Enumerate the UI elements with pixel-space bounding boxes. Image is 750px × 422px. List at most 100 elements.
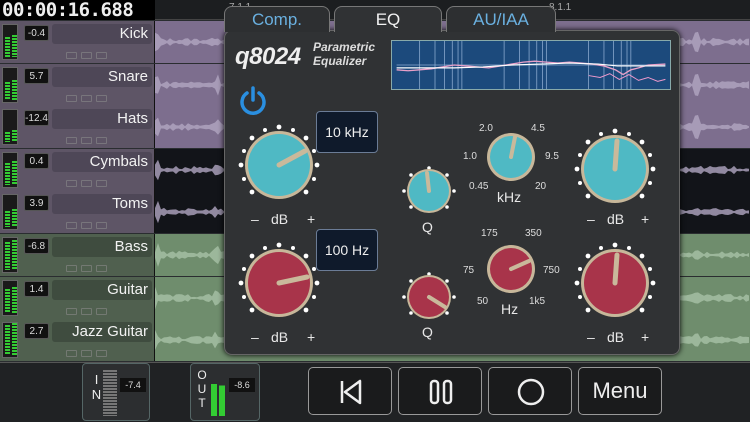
record-arm-button[interactable]: [96, 222, 107, 230]
track-header[interactable]: 2.7 Jazz Guitar: [0, 319, 155, 362]
track-name[interactable]: Jazz Guitar: [52, 322, 152, 343]
output-meter[interactable]: OUT -8.6: [190, 363, 260, 421]
track-header[interactable]: 3.9 Toms: [0, 191, 155, 234]
mute-button[interactable]: [66, 350, 77, 358]
solo-button[interactable]: [81, 222, 92, 230]
khz-scale-1: 1.0: [463, 151, 477, 162]
meter-right: [12, 79, 17, 100]
tab-comp[interactable]: Comp.: [224, 6, 330, 32]
track-header[interactable]: -0.4 Kick: [0, 21, 155, 63]
hz-scale-175: 175: [481, 228, 498, 239]
track-volume[interactable]: 1.4: [24, 280, 49, 297]
solo-button[interactable]: [81, 94, 92, 102]
track-name[interactable]: Guitar: [52, 279, 152, 300]
khz-scale-0-45: 0.45: [469, 181, 489, 192]
tab-eq[interactable]: EQ: [334, 6, 442, 32]
menu-button[interactable]: Menu: [578, 367, 662, 415]
low-freq-knob[interactable]: [479, 241, 543, 297]
track-header[interactable]: -12.4 Hats: [0, 106, 155, 149]
mute-button[interactable]: [66, 52, 77, 59]
track-volume[interactable]: -12.4: [24, 110, 49, 127]
hz-label: Hz: [501, 301, 519, 317]
track-name[interactable]: Bass: [52, 237, 152, 257]
low-gain-knob[interactable]: [237, 241, 321, 325]
track-buttons: [66, 46, 136, 60]
solo-button[interactable]: [81, 137, 92, 145]
track-volume[interactable]: -6.8: [24, 238, 49, 254]
track-header[interactable]: -6.8 Bass: [0, 234, 155, 276]
track-buttons: [66, 259, 136, 273]
solo-button[interactable]: [81, 265, 92, 272]
track-level-meter: [2, 151, 18, 188]
solo-button[interactable]: [81, 350, 92, 358]
track-volume[interactable]: 2.7: [24, 323, 49, 340]
solo-button[interactable]: [81, 52, 92, 59]
track-name[interactable]: Cymbals: [52, 151, 152, 172]
track-name[interactable]: Toms: [52, 194, 152, 215]
track-header[interactable]: 0.4 Cymbals: [0, 148, 155, 191]
khz-scale-9-5: 9.5: [545, 151, 559, 162]
record-arm-button[interactable]: [96, 94, 107, 102]
input-meter-bars: [103, 370, 117, 416]
record-arm-button[interactable]: [96, 350, 107, 358]
high-q-knob[interactable]: [399, 165, 459, 217]
track-volume[interactable]: 3.9: [24, 195, 49, 212]
timecode-display: 00:00:16.688: [0, 0, 155, 20]
track-level-meter: [2, 24, 18, 60]
track-header[interactable]: 5.7 Snare: [0, 63, 155, 106]
low-gain-minus: –: [251, 329, 259, 345]
track-name[interactable]: Snare: [52, 66, 152, 87]
record-arm-button[interactable]: [96, 137, 107, 145]
high-freq-readout[interactable]: 10 kHz: [316, 111, 378, 153]
mid-low-gain-knob[interactable]: [573, 241, 657, 325]
meter-right: [12, 35, 17, 57]
low-q-label: Q: [422, 324, 433, 340]
hz-scale-350: 350: [525, 228, 542, 239]
mute-button[interactable]: [66, 265, 77, 272]
mute-button[interactable]: [66, 94, 77, 102]
daw-app: 00:00:16.688 7.1.1 8.1.1 -0.4Kick5.7Snar…: [0, 0, 750, 422]
track-level-meter: [2, 66, 18, 103]
record-icon: [517, 378, 545, 406]
eq-response-graph: [391, 40, 671, 90]
plugin-subtitle: Parametric Equalizer: [313, 40, 375, 68]
record-arm-button[interactable]: [96, 179, 107, 187]
meter-left: [5, 81, 10, 100]
track-header[interactable]: 1.4 Guitar: [0, 276, 155, 319]
meter-left: [5, 132, 10, 143]
mid-low-gain-plus: +: [641, 329, 650, 345]
record-arm-button[interactable]: [96, 307, 107, 315]
high-gain-plus: +: [307, 211, 316, 227]
mute-button[interactable]: [66, 179, 77, 187]
pause-button[interactable]: [398, 367, 482, 415]
track-volume[interactable]: -0.4: [24, 25, 49, 41]
solo-button[interactable]: [81, 307, 92, 315]
high-gain-minus: –: [251, 211, 259, 227]
plugin-brand: q8024: [235, 43, 301, 70]
low-freq-readout[interactable]: 100 Hz: [316, 229, 378, 271]
high-freq-knob[interactable]: [479, 129, 543, 185]
track-volume[interactable]: 0.4: [24, 152, 49, 169]
record-arm-button[interactable]: [96, 52, 107, 59]
low-q-knob[interactable]: [399, 271, 459, 323]
input-meter[interactable]: IN -7.4: [82, 363, 150, 421]
meter-left: [5, 211, 10, 228]
meter-right: [12, 323, 17, 356]
track-name[interactable]: Kick: [52, 24, 152, 44]
input-label: IN: [89, 372, 104, 402]
solo-button[interactable]: [81, 179, 92, 187]
mute-button[interactable]: [66, 222, 77, 230]
track-volume[interactable]: 5.7: [24, 67, 49, 84]
mid-high-gain-knob[interactable]: [573, 127, 657, 211]
track-name[interactable]: Hats: [52, 109, 152, 130]
mute-button[interactable]: [66, 137, 77, 145]
tab-au-iaa[interactable]: AU/IAA: [446, 6, 556, 32]
rewind-button[interactable]: [308, 367, 392, 415]
power-icon[interactable]: [237, 85, 269, 117]
meter-left: [5, 162, 10, 185]
low-gain-plus: +: [307, 329, 316, 345]
mute-button[interactable]: [66, 307, 77, 315]
record-button[interactable]: [488, 367, 572, 415]
high-gain-knob[interactable]: [237, 123, 321, 207]
record-arm-button[interactable]: [96, 265, 107, 272]
